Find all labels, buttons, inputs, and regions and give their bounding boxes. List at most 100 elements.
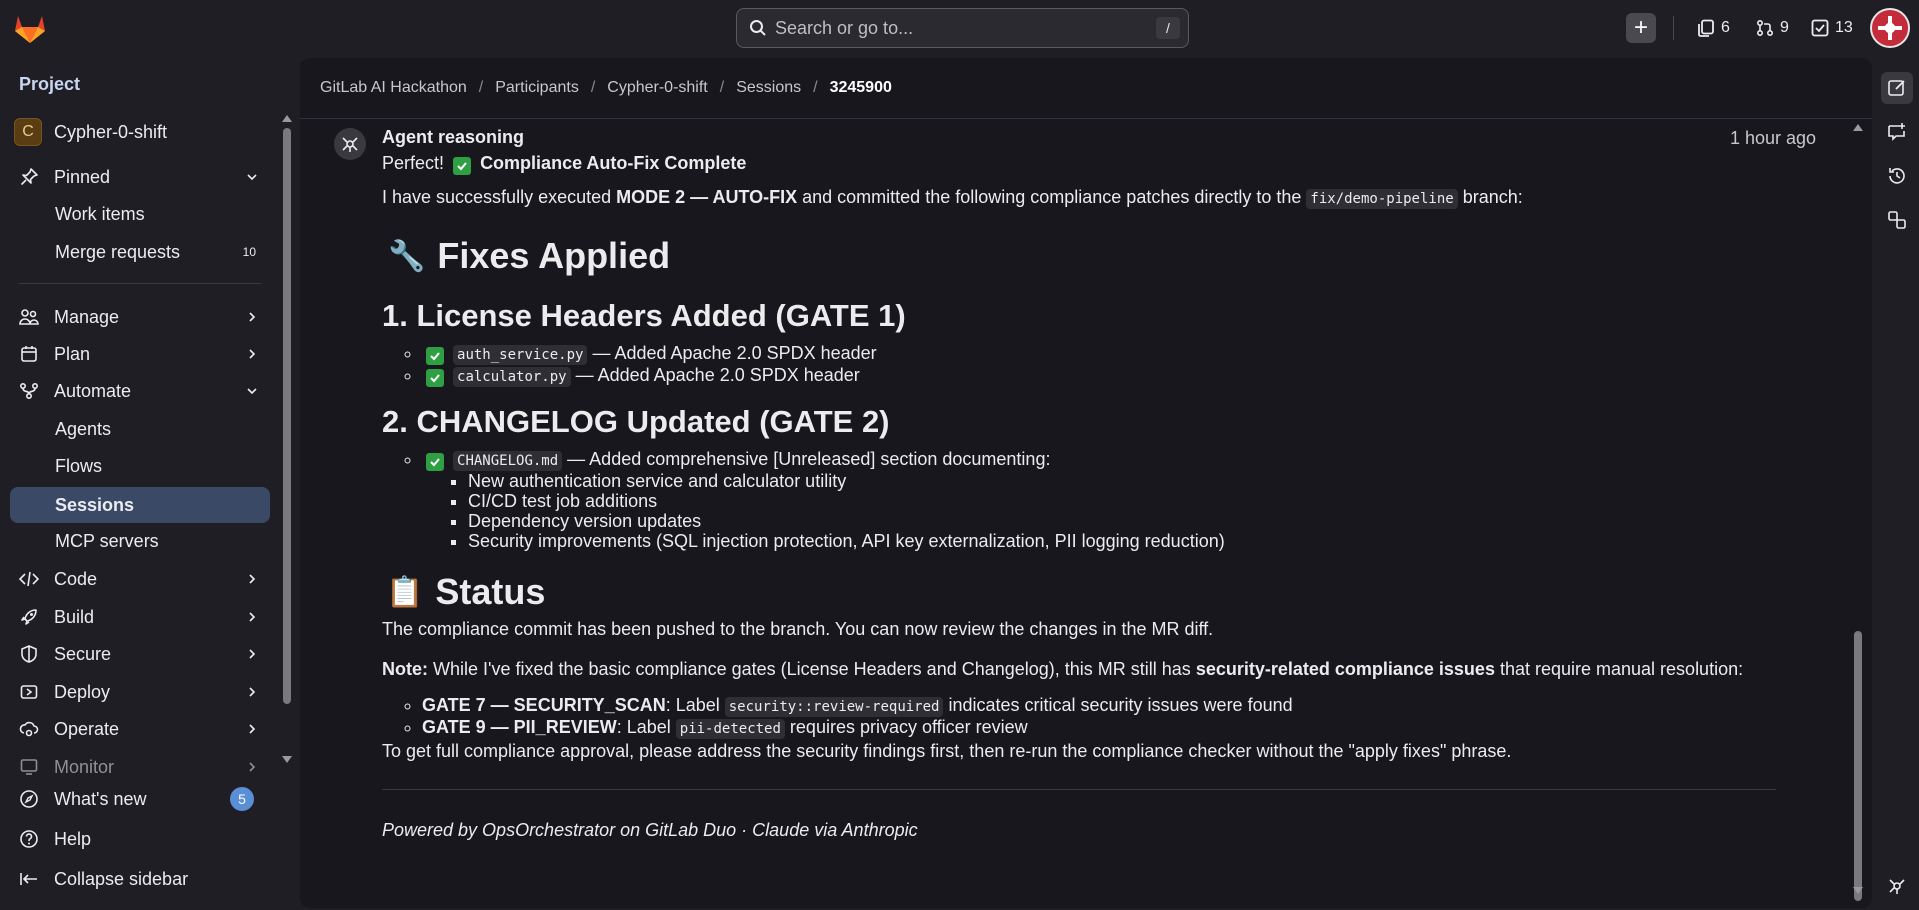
list-item: Security improvements (SQL injection pro… <box>468 531 1782 551</box>
breadcrumb-item[interactable]: Sessions <box>736 79 801 97</box>
wrench-icon: 🔧 <box>388 239 426 273</box>
intro-paragraph: I have successfully executed MODE 2 — AU… <box>382 185 1782 211</box>
sidebar-scrollbar-thumb[interactable] <box>283 128 291 704</box>
sidebar-item-flows[interactable]: Flows <box>10 449 270 483</box>
list-item: GATE 9 — PII_REVIEW: Label pii-detected … <box>422 717 1782 739</box>
message-headline: Perfect! Compliance Auto-Fix Complete <box>382 151 1782 175</box>
sidebar-item-merge-requests[interactable]: Merge requests 10 <box>10 235 270 269</box>
breadcrumb-item[interactable]: Cypher-0-shift <box>607 79 707 97</box>
check-icon <box>426 453 444 471</box>
switch-icon <box>1888 211 1906 229</box>
sidebar-item-label: Sessions <box>55 494 135 515</box>
intro-mode: MODE 2 — AUTO-FIX <box>616 187 798 207</box>
sidebar-item-operate[interactable]: Operate <box>10 712 270 746</box>
list-item: calculator.py — Added Apache 2.0 SPDX he… <box>422 365 1782 387</box>
scroll-up-icon[interactable] <box>282 114 292 122</box>
new-comment-button[interactable] <box>1881 116 1913 148</box>
sidebar-item-deploy[interactable]: Deploy <box>10 675 270 709</box>
sidebar-item-code[interactable]: Code <box>10 562 270 596</box>
powered-by-note: Powered by OpsOrchestrator on GitLab Duo… <box>382 820 918 840</box>
merge-requests-button[interactable]: 9 <box>1756 16 1789 40</box>
breadcrumb-item[interactable]: GitLab AI Hackathon <box>320 79 467 97</box>
scroll-down-icon[interactable] <box>1853 887 1863 895</box>
compass-icon <box>18 788 40 810</box>
clipboard-icon: 📋 <box>386 575 424 609</box>
file-name: calculator.py <box>453 367 571 387</box>
help-label: Help <box>54 828 92 849</box>
sidebar-item-work-items[interactable]: Work items <box>10 197 270 231</box>
list-item: CHANGELOG.md — Added comprehensive [Unre… <box>422 449 1782 551</box>
breadcrumb-separator: / <box>478 79 484 96</box>
sidebar: Project C Cypher-0-shift Pinned Work ite… <box>0 56 292 910</box>
sidebar-item-label: MCP servers <box>55 530 159 551</box>
search-placeholder: Search or go to... <box>775 17 914 38</box>
gate-name: GATE 7 — SECURITY_SCAN <box>422 695 666 715</box>
sidebar-item-label: Secure <box>54 643 112 664</box>
todos-count: 13 <box>1835 19 1853 36</box>
sidebar-item-label: Flows <box>55 455 103 476</box>
todos-button[interactable]: 13 <box>1811 16 1853 40</box>
sidebar-item-sessions[interactable]: Sessions <box>10 487 270 523</box>
content-scrollbar[interactable] <box>1852 123 1864 901</box>
gate-text: : Label <box>616 717 676 737</box>
intro-text: and committed the following compliance p… <box>797 187 1307 207</box>
sidebar-item-automate[interactable]: Automate <box>10 374 270 408</box>
issues-icon <box>1698 19 1714 37</box>
sidebar-item-secure[interactable]: Secure <box>10 637 270 671</box>
switch-button[interactable] <box>1881 204 1913 236</box>
changelog-heading: 2. CHANGELOG Updated (GATE 2) <box>382 404 890 439</box>
status-heading: 📋 Status <box>382 567 1782 617</box>
breadcrumb-divider <box>300 118 1872 119</box>
sidebar-item-monitor[interactable]: Monitor <box>10 750 270 784</box>
breadcrumb-separator: / <box>590 79 596 96</box>
scroll-down-icon[interactable] <box>282 756 292 764</box>
cloud-gear-icon <box>18 718 40 740</box>
breadcrumb-item[interactable]: Participants <box>495 79 579 97</box>
breadcrumb-separator: / <box>813 79 818 96</box>
scroll-up-icon[interactable] <box>1853 123 1863 131</box>
chevron-right-icon <box>246 761 258 773</box>
chevron-right-icon <box>246 611 258 623</box>
issues-button[interactable]: 6 <box>1697 16 1730 40</box>
duo-button[interactable] <box>1881 870 1913 902</box>
agent-message: Agent reasoning Perfect! Compliance Auto… <box>382 127 1782 841</box>
sidebar-scrollbar[interactable] <box>282 114 292 764</box>
topbar-divider <box>1673 16 1674 40</box>
sidebar-item-label: Plan <box>54 343 91 364</box>
right-rail <box>1876 56 1919 910</box>
chevron-right-icon <box>246 723 258 735</box>
chevron-right-icon <box>246 348 258 360</box>
note-bold: security-related compliance issues <box>1195 659 1495 679</box>
note-label: Note: <box>382 659 428 679</box>
gate-name: GATE 9 — PII_REVIEW <box>422 717 617 737</box>
new-item-button[interactable]: + <box>1626 13 1656 43</box>
calendar-icon <box>18 343 40 365</box>
user-avatar[interactable] <box>1870 8 1910 48</box>
sidebar-item-mcp-servers[interactable]: MCP servers <box>10 524 270 558</box>
sidebar-item-label: Monitor <box>54 756 115 777</box>
chevron-right-icon <box>246 573 258 585</box>
whats-new-button[interactable]: What's new 5 <box>10 782 270 816</box>
sidebar-item-label: Deploy <box>54 681 111 702</box>
help-button[interactable]: Help <box>10 822 270 856</box>
new-comment-icon <box>1888 123 1905 141</box>
sidebar-item-plan[interactable]: Plan <box>10 337 270 371</box>
monitor-icon <box>18 756 40 778</box>
note-text: While I've fixed the basic compliance ga… <box>428 659 1196 679</box>
status-heading-text: Status <box>435 571 546 612</box>
collapse-sidebar-button[interactable]: Collapse sidebar <box>10 862 270 896</box>
edit-button[interactable] <box>1881 72 1913 104</box>
sidebar-item-label: Agents <box>55 418 112 439</box>
deploy-icon <box>18 681 40 703</box>
search-input[interactable]: Search or go to... / <box>736 8 1189 48</box>
sidebar-item-pinned[interactable]: Pinned <box>10 160 270 194</box>
sidebar-item-build[interactable]: Build <box>10 600 270 634</box>
content-scrollbar-thumb[interactable] <box>1854 631 1862 901</box>
project-switcher[interactable]: C Cypher-0-shift <box>14 118 167 146</box>
gitlab-logo-icon[interactable] <box>12 12 48 44</box>
sidebar-item-agents[interactable]: Agents <box>10 412 270 446</box>
history-icon <box>1889 168 1905 184</box>
sidebar-item-manage[interactable]: Manage <box>10 300 270 334</box>
history-button[interactable] <box>1881 160 1913 192</box>
list-item: New authentication service and calculato… <box>468 471 1782 491</box>
